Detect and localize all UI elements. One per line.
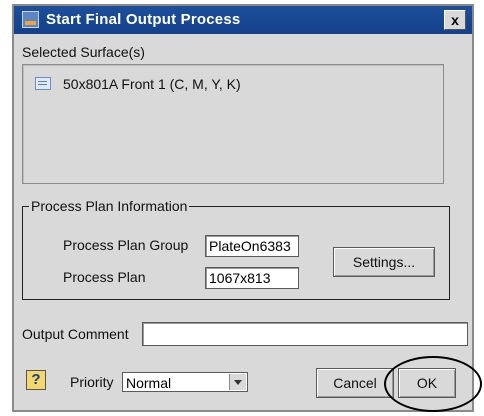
process-plan-group-label: Process Plan Group [63,237,189,253]
surface-icon [35,77,51,90]
process-plan-group-field[interactable]: PlateOn6383 [205,235,299,257]
priority-select[interactable]: Normal [122,372,248,392]
cancel-button[interactable]: Cancel [316,368,394,398]
selected-surfaces-list[interactable]: 50x801A Front 1 (C, M, Y, K) [22,64,444,184]
start-final-output-dialog: Start Final Output Process x Selected Su… [12,4,474,412]
window-title: Start Final Output Process [46,11,241,28]
surface-item-label: 50x801A Front 1 (C, M, Y, K) [63,76,241,92]
app-icon [22,11,39,28]
title-bar[interactable]: Start Final Output Process x [14,6,472,34]
settings-button[interactable]: Settings... [333,247,435,277]
output-comment-field[interactable] [142,322,468,346]
process-plan-info-group: Process Plan Information Process Plan Gr… [22,198,450,300]
close-icon[interactable]: x [444,10,466,30]
chevron-down-icon[interactable] [229,374,246,390]
selected-surfaces-label: Selected Surface(s) [22,44,145,60]
process-plan-field[interactable]: 1067x813 [205,267,299,289]
output-comment-label: Output Comment [22,326,129,342]
process-plan-label: Process Plan [63,269,146,285]
list-item[interactable]: 50x801A Front 1 (C, M, Y, K) [35,76,241,92]
priority-label: Priority [70,374,114,390]
process-plan-info-legend: Process Plan Information [29,198,190,214]
priority-value: Normal [126,375,172,391]
help-icon[interactable]: ? [26,370,46,390]
ok-highlight-circle [384,356,482,412]
